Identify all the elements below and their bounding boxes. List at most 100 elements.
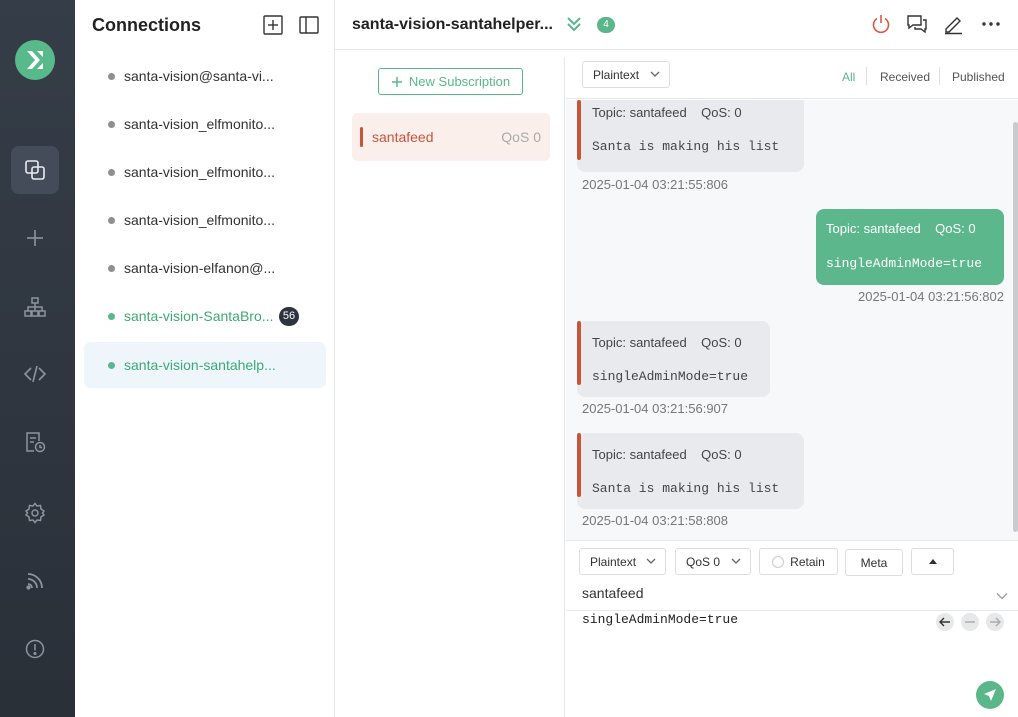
retain-label: Retain — [790, 554, 825, 569]
history-forward-icon[interactable] — [986, 613, 1004, 631]
message-payload: singleAdminMode=true — [592, 369, 749, 384]
more-icon[interactable] — [980, 13, 1002, 35]
filter-all[interactable]: All — [842, 70, 855, 84]
chevron-down-icon — [650, 71, 660, 77]
code-icon[interactable] — [11, 350, 59, 398]
plus-icon — [391, 76, 402, 87]
qos-select[interactable]: QoS 0 — [675, 548, 751, 575]
meta-button[interactable]: Meta — [845, 549, 903, 576]
message-meta: Topic: santafeed QoS: 0 — [592, 335, 742, 350]
gear-icon[interactable] — [11, 489, 59, 537]
status-dot — [108, 72, 115, 80]
payload-format-value: Plaintext — [593, 67, 640, 82]
chat-icon[interactable] — [906, 13, 928, 35]
filter-received[interactable]: Received — [880, 70, 930, 84]
filter-divider — [939, 67, 940, 85]
send-button[interactable] — [976, 681, 1004, 709]
message-payload: Santa is making his list — [592, 481, 780, 496]
message-payload: singleAdminMode=true — [826, 256, 983, 271]
retain-radio-icon — [772, 555, 785, 568]
new-subscription-button[interactable]: New Subscription — [378, 68, 523, 95]
logo-icon — [15, 40, 55, 80]
connection-label: santa-vision@santa-vi... — [124, 68, 274, 84]
status-dot — [108, 168, 115, 176]
message-bubble-received[interactable]: Topic: santafeed QoS: 0 singleAdminMode=… — [577, 321, 770, 397]
compose-format-value: Plaintext — [590, 554, 637, 569]
connection-item[interactable]: santa-vision-elfanon@... — [84, 245, 326, 291]
collapse-chevron-icon[interactable] — [566, 15, 582, 38]
message-payload: Santa is making his list — [592, 139, 780, 154]
subscription-topic: santafeed — [372, 129, 434, 145]
app-rail — [0, 0, 75, 717]
chevron-down-icon — [646, 558, 656, 564]
log-icon[interactable] — [11, 418, 59, 466]
payload-editor[interactable]: singleAdminMode=true — [582, 612, 738, 627]
qos-value: QoS 0 — [686, 554, 721, 569]
connection-label: santa-vision-elfanon@... — [124, 260, 276, 276]
feed-icon[interactable] — [11, 557, 59, 605]
chevron-down-icon[interactable] — [996, 587, 1008, 605]
send-icon — [984, 689, 996, 701]
subscription-count-badge: 4 — [597, 17, 615, 33]
message-bubble-published[interactable]: Topic: santafeed QoS: 0 singleAdminMode=… — [816, 209, 1004, 285]
message-bubble-received[interactable]: Topic: santafeed QoS: 0 Santa is making … — [577, 433, 804, 509]
expand-button[interactable] — [911, 548, 954, 575]
connection-item[interactable]: santa-vision@santa-vi... — [84, 53, 326, 99]
message-toolbar: Plaintext All Received Published — [566, 51, 1018, 99]
subscription-item[interactable]: santafeed QoS 0 — [352, 113, 550, 161]
message-meta: Topic: santafeed QoS: 0 — [826, 221, 976, 236]
connections-icon[interactable] — [11, 146, 59, 194]
plus-icon[interactable] — [11, 214, 59, 262]
status-dot — [108, 312, 115, 320]
message-scrollbar[interactable] — [1013, 122, 1018, 532]
retain-checkbox[interactable]: Retain — [759, 548, 838, 575]
filter-published[interactable]: Published — [952, 70, 1005, 84]
topic-color-bar — [360, 127, 363, 147]
unread-badge: 56 — [279, 307, 299, 326]
connection-name: santa-vision-santahelper... — [352, 16, 553, 33]
power-icon[interactable] — [870, 13, 892, 35]
subscription-qos: QoS 0 — [501, 129, 541, 145]
topology-icon[interactable] — [11, 283, 59, 331]
new-subscription-label: New Subscription — [408, 74, 511, 89]
status-dot — [108, 216, 115, 224]
message-timestamp: 2025-01-04 03:21:58:808 — [582, 513, 729, 528]
message-bubble-received[interactable]: Topic: santafeed QoS: 0 Santa is making … — [577, 100, 804, 172]
info-icon[interactable] — [11, 625, 59, 673]
connections-title: Connections — [92, 15, 202, 35]
chevron-down-icon — [731, 558, 741, 564]
payload-format-select[interactable]: Plaintext — [582, 61, 670, 88]
toggle-sidebar-icon[interactable] — [298, 14, 320, 36]
history-minus-icon[interactable] — [961, 613, 979, 631]
message-meta: Topic: santafeed QoS: 0 — [592, 447, 742, 462]
connection-label: santa-vision_elfmonito... — [124, 116, 275, 132]
connection-label: santa-vision-santahelp... — [124, 357, 276, 373]
topic-input[interactable]: santafeed — [582, 585, 644, 601]
connections-panel: Connections santa-vision@santa-vi... san… — [75, 0, 335, 717]
edit-icon[interactable] — [942, 13, 964, 35]
topic-color-bar — [577, 321, 581, 385]
connection-label: santa-vision-SantaBro... — [124, 308, 274, 324]
topic-color-bar — [577, 433, 581, 497]
connection-item[interactable]: santa-vision_elfmonito... — [84, 149, 326, 195]
status-dot — [108, 120, 115, 128]
connection-label: santa-vision_elfmonito... — [124, 164, 275, 180]
message-timestamp: 2025-01-04 03:21:56:907 — [582, 401, 729, 416]
filter-divider — [866, 67, 867, 85]
meta-label: Meta — [860, 555, 888, 570]
new-connection-icon[interactable] — [262, 14, 284, 36]
connection-item-active[interactable]: santa-vision-santahelp... — [84, 342, 326, 388]
subscriptions-panel: New Subscription santafeed QoS 0 — [335, 57, 565, 717]
connection-item[interactable]: santa-vision_elfmonito... — [84, 101, 326, 147]
compose-format-select[interactable]: Plaintext — [579, 548, 666, 575]
connection-item[interactable]: santa-vision_elfmonito... — [84, 197, 326, 243]
topic-color-bar — [577, 100, 581, 160]
connection-item[interactable]: santa-vision-SantaBro... 56 — [84, 293, 326, 339]
message-list: Topic: santafeed QoS: 0 Santa is making … — [566, 100, 1018, 540]
status-dot — [108, 361, 115, 369]
caret-up-icon — [928, 559, 937, 564]
history-back-icon[interactable] — [936, 613, 954, 631]
status-dot — [108, 264, 115, 272]
connection-label: santa-vision_elfmonito... — [124, 212, 275, 228]
message-meta: Topic: santafeed QoS: 0 — [592, 105, 742, 120]
